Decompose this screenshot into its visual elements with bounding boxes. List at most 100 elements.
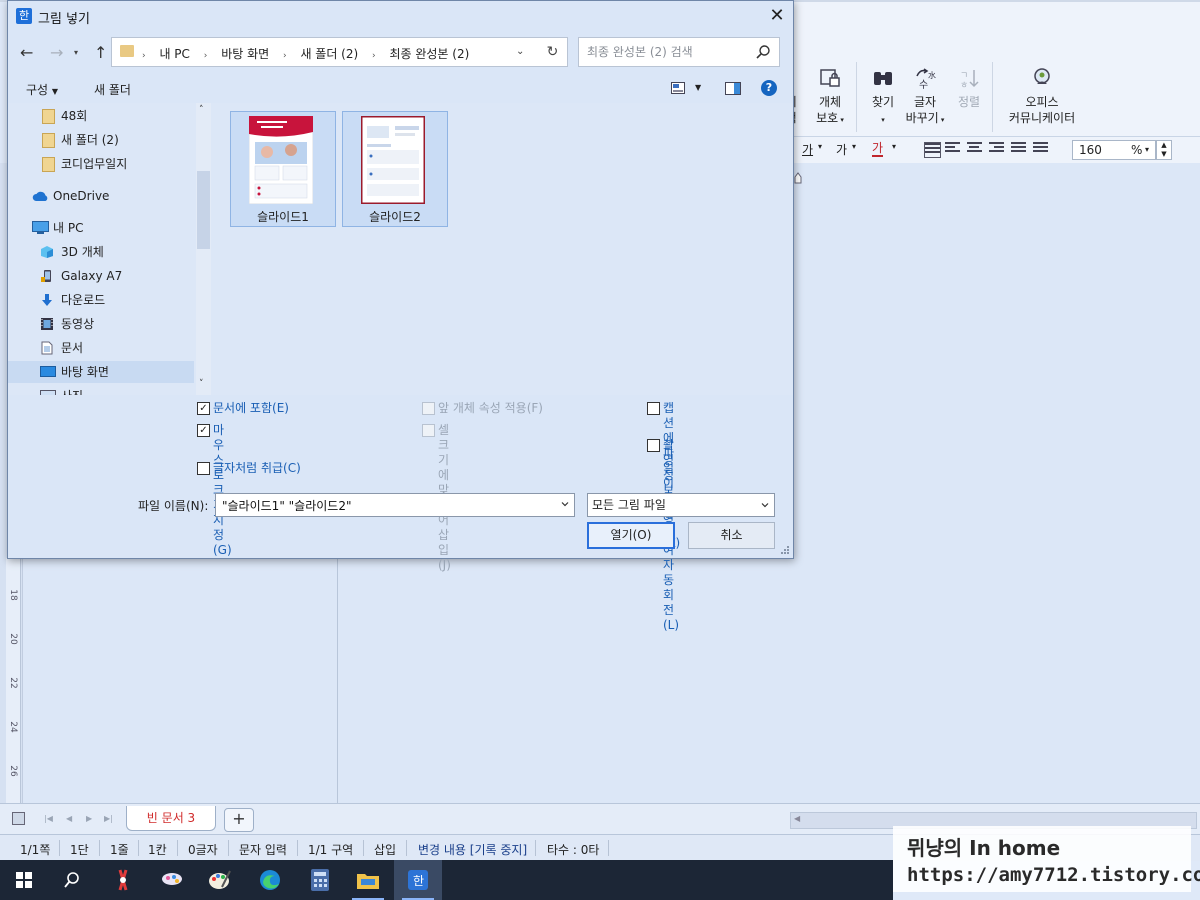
- filename-combobox[interactable]: [215, 493, 575, 517]
- taskbar-edge[interactable]: [246, 860, 294, 900]
- help-button[interactable]: ?: [761, 80, 777, 96]
- taskbar-hwp[interactable]: 한: [394, 860, 442, 900]
- tab-last-icon[interactable]: ▶|: [104, 814, 113, 823]
- nav-item-3d-objects[interactable]: 3D 개체: [8, 241, 194, 263]
- phone-icon: [41, 270, 51, 282]
- align-right-icon[interactable]: [989, 142, 1004, 156]
- tab-blank-document-3[interactable]: 빈 문서 3: [126, 806, 216, 831]
- file-name: 슬라이드1: [257, 210, 309, 224]
- status-insert-mode[interactable]: 삽입: [374, 841, 396, 858]
- nav-item-desktop[interactable]: 바탕 화면: [8, 361, 194, 383]
- scrollbar-thumb[interactable]: [197, 171, 210, 249]
- forward-button[interactable]: →: [50, 43, 63, 62]
- align-left-icon[interactable]: [945, 142, 960, 156]
- view-options-button[interactable]: [671, 82, 685, 97]
- align-distribute-icon[interactable]: [1011, 142, 1026, 156]
- navigation-scrollbar[interactable]: ˄ ˅: [196, 103, 211, 395]
- nav-item-videos[interactable]: 동영상: [8, 313, 194, 335]
- nav-item-documents[interactable]: 문서: [8, 337, 194, 359]
- checkbox-disabled[interactable]: [422, 424, 435, 437]
- chevron-down-icon[interactable]: ▾: [1145, 141, 1149, 159]
- checkbox-checked[interactable]: ✓: [197, 424, 210, 437]
- breadcrumb-desktop[interactable]: 바탕 화면: [221, 47, 269, 61]
- taskbar-paint-3d[interactable]: [148, 860, 196, 900]
- nav-item-galaxy-a7[interactable]: Galaxy A7: [8, 265, 194, 287]
- checkbox-disabled[interactable]: [422, 402, 435, 415]
- office-communicator-button[interactable]: 오피스 커뮤니케이터: [1002, 66, 1082, 126]
- nav-item-new-folder-2[interactable]: 새 폴더 (2): [8, 129, 194, 151]
- preview-pane-button[interactable]: [725, 82, 741, 98]
- nav-item-downloads[interactable]: 다운로드: [8, 289, 194, 311]
- checkbox-unchecked[interactable]: [647, 402, 660, 415]
- taskbar-snipping-tool[interactable]: [98, 860, 146, 900]
- tab-next-icon[interactable]: ▶: [86, 814, 92, 823]
- address-history-dropdown[interactable]: ⌄: [516, 46, 524, 57]
- nav-item-my-pc[interactable]: 내 PC: [8, 217, 194, 239]
- font-color-button[interactable]: 가: [872, 141, 884, 157]
- close-button[interactable]: ✕: [764, 3, 790, 29]
- view-dropdown[interactable]: ▼: [695, 83, 701, 92]
- add-tab-button[interactable]: +: [224, 808, 254, 832]
- taskbar-search-button[interactable]: [48, 860, 96, 900]
- file-item-slide2[interactable]: 슬라이드2: [342, 111, 448, 227]
- status-track-changes[interactable]: 변경 내용 [기록 중지]: [418, 841, 527, 858]
- find-button[interactable]: 찾기 ▾: [866, 66, 900, 128]
- start-button[interactable]: [0, 860, 48, 900]
- nav-item-48[interactable]: 48회: [8, 105, 194, 127]
- underline-button[interactable]: 가: [802, 141, 813, 158]
- file-type-value: 모든 그림 파일: [592, 498, 666, 512]
- checkbox-unchecked[interactable]: [197, 462, 210, 475]
- nav-item-onedrive[interactable]: OneDrive: [8, 185, 194, 207]
- sheet-view-icon[interactable]: [12, 812, 25, 825]
- refresh-icon: ↻: [546, 44, 559, 60]
- breadcrumb-final-version-2[interactable]: 최종 완성본 (2): [389, 47, 469, 61]
- up-button[interactable]: ↑: [94, 43, 107, 62]
- address-bar[interactable]: › 내 PC › 바탕 화면 › 새 폴더 (2) › 최종 완성본 (2) ⌄: [111, 37, 540, 67]
- file-item-slide1[interactable]: 슬라이드1: [230, 111, 336, 227]
- arrow-up-icon: ↑: [94, 43, 108, 62]
- file-type-select[interactable]: 모든 그림 파일: [587, 493, 775, 517]
- breadcrumb-new-folder-2[interactable]: 새 폴더 (2): [300, 47, 358, 61]
- align-divide-icon[interactable]: [1033, 142, 1048, 156]
- nav-item-label: 3D 개체: [61, 245, 104, 259]
- object-protect-button[interactable]: 개체 보호 ▾: [810, 66, 850, 128]
- align-center-icon[interactable]: [967, 142, 982, 156]
- search-box[interactable]: [578, 37, 780, 67]
- zoom-input[interactable]: 160 % ▾: [1072, 140, 1156, 160]
- taskbar-file-explorer[interactable]: [344, 860, 392, 900]
- breadcrumb-my-pc[interactable]: 내 PC: [159, 47, 189, 61]
- strikethrough-button[interactable]: 가: [836, 141, 847, 158]
- status-input-mode[interactable]: 문자 입력: [239, 841, 287, 858]
- organize-button[interactable]: 구성 ▼: [26, 81, 58, 98]
- zoom-spinner[interactable]: ▲ ▼: [1156, 140, 1172, 160]
- new-folder-button[interactable]: 새 폴더: [94, 81, 131, 98]
- open-button[interactable]: 열기(O): [587, 522, 675, 549]
- chevron-down-icon[interactable]: [561, 500, 569, 508]
- breadcrumb: › 내 PC › 바탕 화면 › 새 폴더 (2) › 최종 완성본 (2): [142, 45, 479, 62]
- checkbox-unchecked[interactable]: [647, 439, 660, 452]
- sort-button[interactable]: ㄱㅎ 정렬: [952, 66, 986, 110]
- recent-locations-button[interactable]: ▾: [74, 48, 78, 57]
- checkbox-checked[interactable]: ✓: [197, 402, 210, 415]
- taskbar-calculator[interactable]: [296, 860, 344, 900]
- resize-grip-icon[interactable]: [780, 545, 790, 555]
- nav-item-codi-log[interactable]: 코디업무일지: [8, 153, 194, 175]
- tab-first-icon[interactable]: |◀: [44, 814, 53, 823]
- refresh-button[interactable]: ↻: [538, 37, 568, 67]
- ruler-indent-marker-icon[interactable]: [794, 172, 802, 184]
- scroll-down-icon[interactable]: ˅: [199, 379, 204, 389]
- align-justify-icon[interactable]: [924, 142, 941, 158]
- filename-input[interactable]: [220, 497, 554, 513]
- nav-item-label: 사진: [61, 385, 83, 395]
- replace-button[interactable]: 수水 글자 바꾸기 ▾: [902, 66, 948, 128]
- search-icon[interactable]: [755, 44, 771, 60]
- back-button[interactable]: ←: [20, 43, 33, 62]
- taskbar-paint[interactable]: [196, 860, 244, 900]
- slide2-thumbnail: [361, 116, 425, 204]
- nav-item-pictures[interactable]: 사진: [8, 385, 194, 395]
- tab-prev-icon[interactable]: ◀: [66, 814, 72, 823]
- nav-item-label: Galaxy A7: [61, 269, 123, 283]
- search-input[interactable]: [585, 44, 749, 60]
- scroll-up-icon[interactable]: ˄: [199, 105, 204, 115]
- cancel-button[interactable]: 취소: [688, 522, 775, 549]
